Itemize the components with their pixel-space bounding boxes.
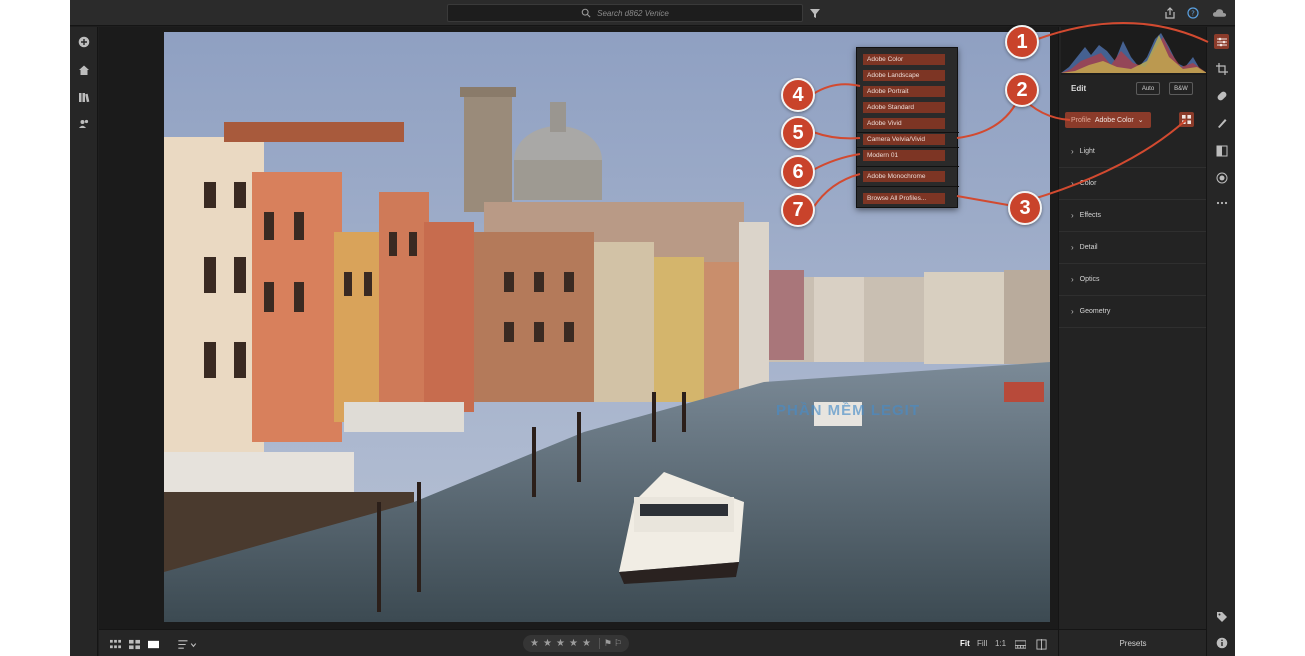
callout-marker: 4	[781, 78, 815, 112]
profile-option-modern-01[interactable]: Modern 01	[863, 150, 945, 161]
zoom-fill-button[interactable]: Fill	[977, 639, 987, 648]
help-icon[interactable]: ?	[1186, 6, 1200, 20]
callout-marker: 7	[781, 193, 815, 227]
chevron-right-icon: ›	[1071, 147, 1074, 156]
rating-flag-bar: ★ ★ ★ ★ ★ ⚑ ⚐	[523, 635, 629, 652]
chevron-right-icon: ›	[1071, 307, 1074, 316]
lightroom-app-window: Search d862 Venice ? ★ ★ ★ ★ ★ ⚑ ⚐ Fit F…	[70, 0, 1235, 656]
search-placeholder: Search d862 Venice	[597, 8, 669, 18]
profile-option-adobe-portrait[interactable]: Adobe Portrait	[863, 86, 945, 97]
share-icon[interactable]	[1163, 6, 1177, 20]
svg-text:?: ?	[1191, 10, 1195, 18]
more-icon[interactable]	[1214, 195, 1229, 210]
section-label: Color	[1079, 180, 1097, 187]
detail-view-icon[interactable]	[147, 638, 159, 650]
profile-option-camera-velvia[interactable]: Camera Velvia/Vivid	[863, 134, 945, 145]
right-tool-rail	[1206, 27, 1235, 656]
star-icon[interactable]: ★	[556, 638, 565, 649]
filter-icon[interactable]	[808, 6, 822, 20]
browse-all-profiles[interactable]: Browse All Profiles...	[863, 193, 945, 204]
histogram	[1061, 27, 1207, 75]
profile-dropdown[interactable]: Profile Adobe Color ⌄	[1065, 112, 1151, 128]
library-icon[interactable]	[77, 90, 91, 104]
presets-button[interactable]: Presets	[1059, 629, 1207, 656]
profile-option-adobe-vivid[interactable]: Adobe Vivid	[863, 118, 945, 129]
profile-option-adobe-color[interactable]: Adobe Color	[863, 54, 945, 65]
info-icon[interactable]	[1214, 635, 1229, 650]
section-label: Geometry	[1079, 308, 1111, 315]
star-icon[interactable]: ★	[569, 638, 578, 649]
add-photos-icon[interactable]	[77, 35, 91, 49]
search-icon	[581, 8, 591, 18]
callout-marker: 5	[781, 116, 815, 150]
callout-marker: 3	[1008, 191, 1042, 225]
section-color[interactable]: › Color	[1059, 168, 1207, 200]
profile-menu: Adobe Color Adobe Landscape Adobe Portra…	[856, 47, 959, 208]
bottom-bar: ★ ★ ★ ★ ★ ⚑ ⚐ Fit Fill 1:1	[99, 629, 1058, 656]
cloud-icon[interactable]	[1211, 6, 1227, 20]
chevron-right-icon: ›	[1071, 275, 1074, 284]
crop-icon[interactable]	[1214, 61, 1229, 76]
section-label: Detail	[1079, 244, 1098, 251]
square-grid-icon[interactable]	[128, 638, 140, 650]
callout-marker: 6	[781, 155, 815, 189]
chevron-right-icon: ›	[1071, 243, 1074, 252]
chevron-right-icon: ›	[1071, 211, 1074, 220]
section-geometry[interactable]: › Geometry	[1059, 296, 1207, 328]
bw-button[interactable]: B&W	[1169, 82, 1193, 95]
grid-icon	[1182, 115, 1191, 124]
profile-option-adobe-landscape[interactable]: Adobe Landscape	[863, 70, 945, 81]
callout-marker: 1	[1005, 25, 1039, 59]
chevron-down-icon: ⌄	[1137, 117, 1144, 124]
linear-gradient-icon[interactable]	[1214, 143, 1229, 158]
star-icon[interactable]: ★	[543, 638, 552, 649]
pick-flag-icon[interactable]: ⚑	[604, 638, 612, 649]
watermark: PHẦN MỀM LEGIT	[776, 402, 920, 419]
menu-divider	[857, 132, 959, 133]
section-light[interactable]: › Light	[1059, 136, 1207, 168]
menu-divider	[857, 147, 959, 148]
healing-brush-icon[interactable]	[1214, 88, 1229, 103]
section-label: Light	[1079, 148, 1095, 155]
left-rail	[70, 27, 98, 656]
star-icon[interactable]: ★	[530, 638, 539, 649]
edit-sliders-icon[interactable]	[1214, 34, 1229, 49]
brush-icon[interactable]	[1214, 115, 1229, 130]
home-icon[interactable]	[77, 63, 91, 77]
star-icon[interactable]: ★	[582, 638, 591, 649]
chevron-right-icon: ›	[1071, 179, 1074, 188]
zoom-1to1-button[interactable]: 1:1	[995, 639, 1006, 648]
people-icon[interactable]	[77, 117, 91, 131]
filmstrip-icon[interactable]	[1014, 638, 1026, 650]
flag-controls: ⚑ ⚐	[598, 638, 622, 649]
browse-profiles-button[interactable]	[1179, 112, 1194, 127]
profile-option-adobe-monochrome[interactable]: Adobe Monochrome	[863, 171, 945, 182]
menu-divider	[857, 186, 959, 187]
edit-title: Edit	[1071, 84, 1087, 93]
profile-label: Profile	[1071, 116, 1091, 124]
grid-view-icon[interactable]	[109, 638, 121, 650]
radial-gradient-icon[interactable]	[1214, 170, 1229, 185]
reject-flag-icon[interactable]: ⚐	[614, 638, 622, 649]
profile-option-adobe-standard[interactable]: Adobe Standard	[863, 102, 945, 113]
edit-panel: Edit Auto B&W Profile Adobe Color ⌄ › Li…	[1058, 27, 1207, 656]
auto-button[interactable]: Auto	[1136, 82, 1160, 95]
section-detail[interactable]: › Detail	[1059, 232, 1207, 264]
menu-divider	[857, 166, 959, 167]
section-optics[interactable]: › Optics	[1059, 264, 1207, 296]
section-label: Optics	[1079, 276, 1100, 283]
callout-marker: 2	[1005, 73, 1039, 107]
compare-icon[interactable]	[1035, 638, 1047, 650]
tag-icon[interactable]	[1214, 609, 1229, 624]
section-label: Effects	[1079, 212, 1101, 219]
search-field[interactable]: Search d862 Venice	[447, 4, 803, 22]
section-effects[interactable]: › Effects	[1059, 200, 1207, 232]
profile-value: Adobe Color	[1094, 116, 1134, 124]
sort-icon[interactable]	[177, 638, 197, 650]
top-bar: Search d862 Venice ?	[70, 0, 1235, 26]
zoom-fit-button[interactable]: Fit	[960, 639, 970, 648]
